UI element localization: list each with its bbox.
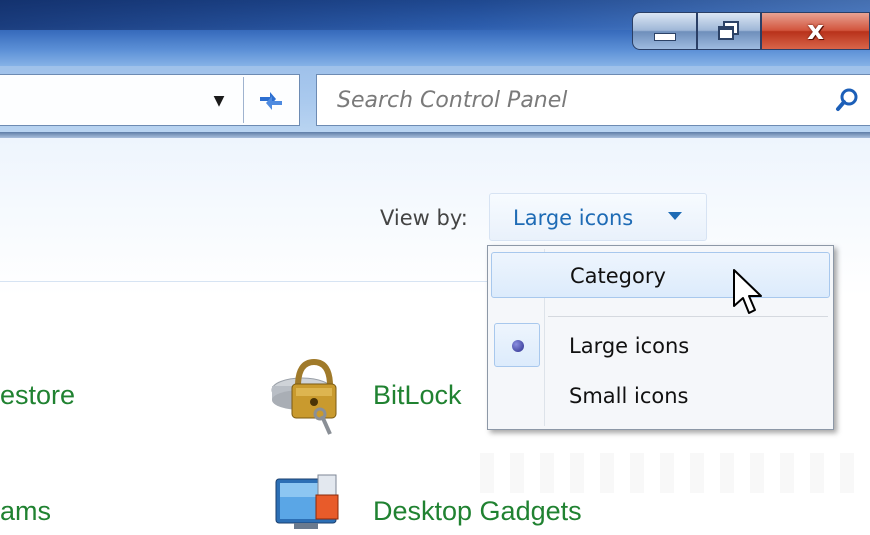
refresh-button[interactable] (252, 85, 290, 115)
title-bar: x (0, 0, 870, 66)
chevron-down-icon: ▼ (213, 93, 225, 109)
refresh-icon (260, 92, 282, 110)
menu-item-large-icons[interactable]: Large icons (491, 323, 830, 369)
view-by-label: View by: (380, 206, 468, 230)
header-divider (0, 281, 490, 282)
bitlocker-padlock-icon[interactable] (268, 356, 348, 436)
item-desktop-gadgets-link[interactable]: Desktop Gadgets (373, 496, 582, 527)
search-box[interactable]: Search Control Panel (316, 74, 870, 126)
mouse-pointer-icon (733, 269, 762, 314)
item-bitlocker-link[interactable]: BitLock (373, 380, 462, 411)
item-recovery-link[interactable]: estore (0, 380, 75, 411)
desktop-gadgets-icon[interactable] (274, 473, 348, 535)
maximize-button[interactable] (697, 12, 761, 50)
view-by-dropdown[interactable]: Large icons (489, 193, 707, 241)
menu-separator (548, 316, 828, 317)
close-button[interactable]: x (761, 12, 870, 50)
address-bar[interactable]: ▼ (0, 74, 300, 126)
menu-item-small-icons[interactable]: Small icons (491, 373, 830, 419)
menu-item-category[interactable]: Category (491, 252, 830, 298)
view-by-value: Large icons (513, 206, 634, 230)
menu-item-label: Category (570, 264, 666, 288)
magnifier-icon[interactable] (833, 85, 863, 115)
search-input[interactable]: Search Control Panel (337, 88, 567, 113)
obscured-content (480, 453, 860, 493)
menu-item-label: Small icons (569, 384, 689, 408)
caret-down-icon (668, 212, 682, 220)
minimize-button[interactable] (632, 12, 697, 50)
view-by-menu: Category Large icons Small icons (487, 245, 834, 430)
navigation-bar: ▼ Search Control Panel (0, 66, 870, 132)
restore-icon (718, 21, 740, 41)
item-programs-link[interactable]: ams (0, 496, 51, 527)
address-history-dropdown[interactable]: ▼ (196, 87, 242, 115)
close-icon: x (807, 16, 824, 46)
address-separator (243, 77, 244, 123)
menu-item-label: Large icons (569, 334, 690, 358)
minimize-icon (653, 33, 676, 41)
